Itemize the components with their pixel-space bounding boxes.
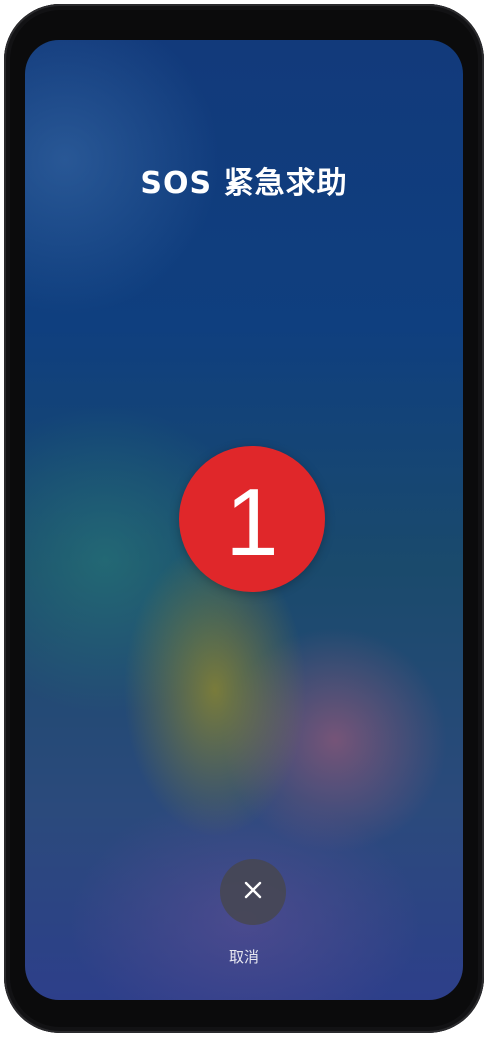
cancel-button[interactable] — [220, 859, 286, 925]
page-title: SOS 紧急求助 — [140, 166, 348, 201]
cancel-label: 取消 — [228, 948, 259, 966]
close-icon — [241, 878, 265, 906]
countdown-circle: 1 — [179, 446, 325, 592]
sos-screen: SOS 紧急求助 1 取消 — [25, 40, 463, 1000]
countdown-number: 1 — [225, 469, 279, 576]
